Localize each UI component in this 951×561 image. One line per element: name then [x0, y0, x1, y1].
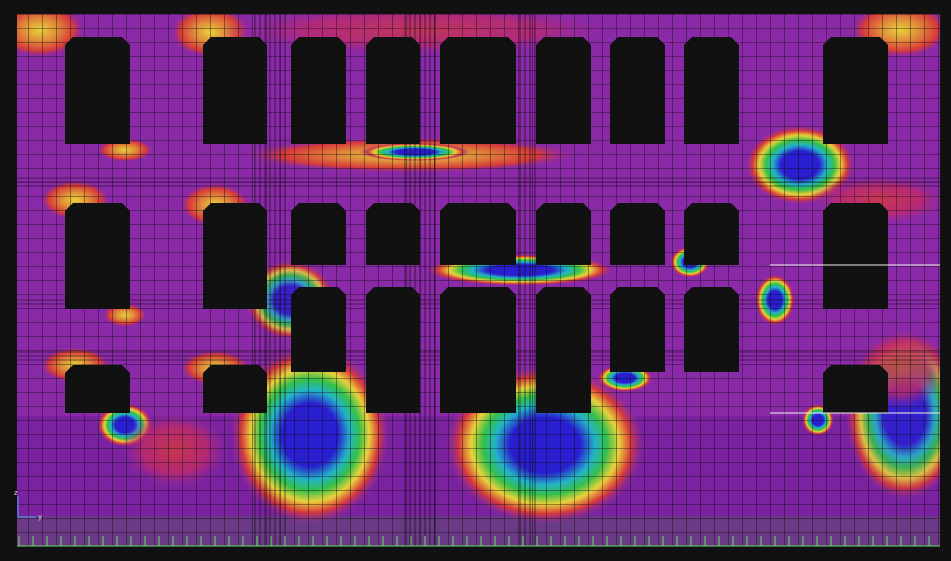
window-opening	[291, 203, 346, 265]
window-opening	[440, 203, 516, 265]
window-opening	[65, 203, 130, 309]
window-opening	[440, 370, 516, 413]
window-opening	[440, 287, 516, 372]
window-opening	[610, 37, 665, 144]
window-opening	[610, 287, 665, 372]
window-opening	[203, 365, 267, 413]
window-opening	[203, 203, 267, 309]
window-opening	[823, 365, 888, 413]
window-opening	[366, 370, 420, 413]
fem-contour-plot[interactable]: z y	[0, 0, 951, 561]
window-opening	[203, 37, 267, 144]
window-opening	[65, 37, 130, 144]
window-opening	[291, 287, 346, 372]
window-opening	[610, 203, 665, 265]
window-opening	[536, 203, 591, 265]
window-opening	[684, 203, 739, 265]
window-opening	[366, 37, 420, 144]
z-axis-label: z	[14, 489, 18, 497]
window-opening	[536, 287, 591, 372]
y-axis-label: y	[38, 513, 42, 521]
window-opening	[440, 37, 516, 144]
window-opening	[366, 203, 420, 265]
window-opening	[291, 37, 346, 144]
window-opening	[684, 287, 739, 372]
window-opening	[823, 203, 888, 309]
window-opening	[536, 37, 591, 144]
window-opening	[65, 365, 130, 413]
window-opening	[536, 370, 591, 413]
fem-viewport[interactable]: z y	[0, 0, 951, 561]
window-opening	[684, 37, 739, 144]
window-opening	[823, 37, 888, 144]
window-opening	[366, 287, 420, 372]
